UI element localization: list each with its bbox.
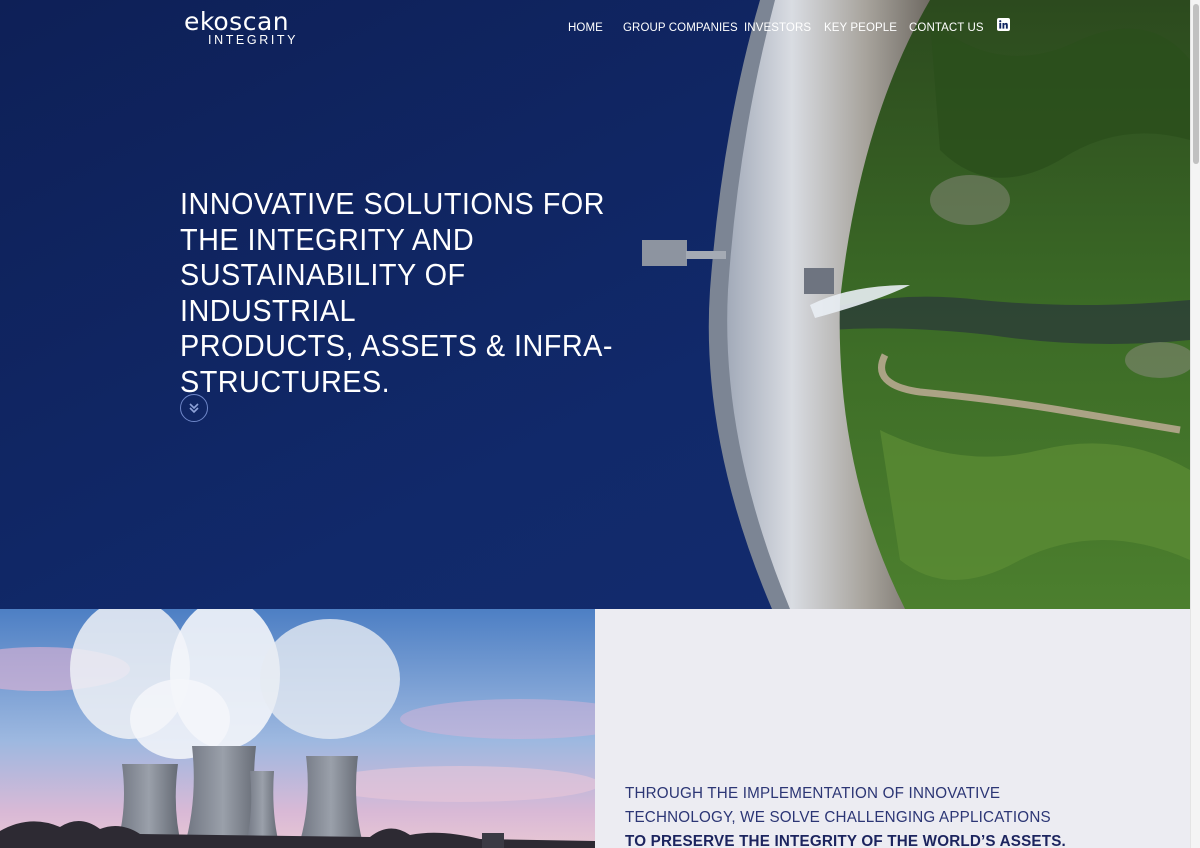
- scrollbar-thumb[interactable]: [1193, 4, 1199, 164]
- hero-line-5: STRUCTURES.: [180, 363, 391, 399]
- scroll-down-button[interactable]: [180, 394, 208, 422]
- hero-section: ekoscan INTEGRITY HOME GROUP COMPANIES I…: [0, 0, 1190, 609]
- hero-headline: INNOVATIVE SOLUTIONS FOR THE INTEGRITY A…: [180, 186, 617, 399]
- hero-line-4: PRODUCTS, ASSETS & INFRA-: [180, 328, 613, 363]
- linkedin-icon[interactable]: [997, 18, 1010, 31]
- ekoscan-logo[interactable]: ekoscan INTEGRITY: [184, 9, 298, 47]
- nav-key-people[interactable]: KEY PEOPLE: [824, 22, 897, 34]
- nav-group-companies[interactable]: GROUP COMPANIES: [623, 22, 738, 34]
- logo-subtitle: INTEGRITY: [208, 33, 299, 47]
- hero-line-3: SUSTAINABILITY OF INDUSTRIAL: [180, 257, 466, 328]
- mission-text: THROUGH THE IMPLEMENTATION OF INNOVATIVE…: [625, 785, 1051, 826]
- hero-line-2: THE INTEGRITY AND: [180, 221, 475, 257]
- nav-contact-us[interactable]: CONTACT US: [909, 22, 984, 34]
- mission-text-emphasis: TO PRESERVE THE INTEGRITY OF THE WORLD’S…: [625, 833, 1066, 848]
- mission-statement: THROUGH THE IMPLEMENTATION OF INNOVATIVE…: [625, 782, 1072, 848]
- mission-panel: THROUGH THE IMPLEMENTATION OF INNOVATIVE…: [595, 609, 1190, 848]
- logo-wordmark: ekoscan: [184, 7, 290, 36]
- nav-home[interactable]: HOME: [568, 22, 603, 34]
- page-scrollbar[interactable]: [1190, 0, 1200, 848]
- cooling-towers-photo: [0, 609, 595, 848]
- hero-line-1: INNOVATIVE SOLUTIONS FOR: [180, 186, 605, 221]
- nav-investors[interactable]: INVESTORS: [744, 22, 811, 34]
- chevron-double-down-icon: [189, 403, 199, 414]
